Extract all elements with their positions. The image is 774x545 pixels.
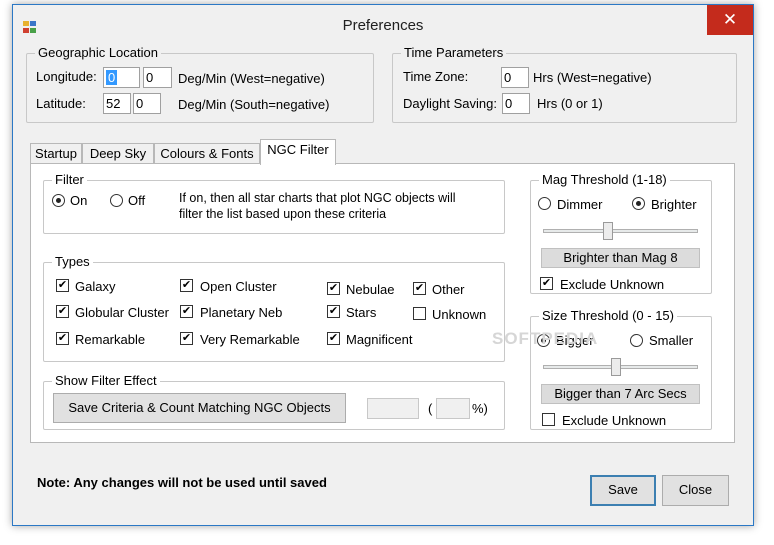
mag-slider-thumb[interactable] (602, 222, 613, 240)
mag-dimmer-label[interactable]: Dimmer (557, 197, 603, 213)
size-exclude-unknown-checkbox[interactable] (542, 413, 555, 426)
daylight-saving-label: Daylight Saving: (403, 96, 497, 111)
save-button[interactable]: Save (590, 475, 656, 506)
filter-description-line1: If on, then all star charts that plot NG… (179, 191, 456, 205)
latitude-degrees-input[interactable]: 52 (103, 93, 131, 114)
remarkable-label[interactable]: Remarkable (75, 332, 145, 348)
show-filter-effect-legend: Show Filter Effect (52, 374, 160, 388)
very-remarkable-label[interactable]: Very Remarkable (200, 332, 300, 348)
mag-dimmer-radio[interactable] (538, 197, 551, 210)
time-parameters-legend: Time Parameters (401, 46, 507, 60)
geographic-location-legend: Geographic Location (35, 46, 161, 60)
size-smaller-label[interactable]: Smaller (649, 333, 693, 349)
filter-on-radio[interactable] (52, 194, 65, 207)
longitude-label: Longitude: (36, 69, 97, 84)
galaxy-label[interactable]: Galaxy (75, 279, 115, 295)
very-remarkable-checkbox[interactable]: ✔ (180, 332, 193, 345)
unknown-label[interactable]: Unknown (432, 307, 486, 323)
window-title: Preferences (342, 17, 424, 34)
percent-close-paren: %) (472, 401, 488, 416)
unknown-checkbox[interactable] (413, 307, 426, 320)
daylight-saving-hint: Hrs (0 or 1) (537, 96, 603, 111)
tab-colours-fonts[interactable]: Colours & Fonts (154, 143, 260, 164)
open-cluster-checkbox[interactable]: ✔ (180, 279, 193, 292)
mag-readout: Brighter than Mag 8 (541, 248, 700, 268)
size-smaller-radio[interactable] (630, 334, 643, 347)
longitude-hint: Deg/Min (West=negative) (178, 71, 325, 86)
other-checkbox[interactable]: ✔ (413, 282, 426, 295)
nebulae-checkbox[interactable]: ✔ (327, 282, 340, 295)
tab-deep-sky[interactable]: Deep Sky (82, 143, 154, 164)
size-exclude-unknown-label[interactable]: Exclude Unknown (562, 413, 666, 429)
stars-label[interactable]: Stars (346, 305, 376, 321)
stars-checkbox[interactable]: ✔ (327, 305, 340, 318)
magnificent-checkbox[interactable]: ✔ (327, 332, 340, 345)
match-percent-field (436, 398, 470, 419)
time-zone-hint: Hrs (West=negative) (533, 70, 652, 85)
tab-ngc-filter[interactable]: NGC Filter (260, 139, 336, 165)
latitude-minutes-input[interactable]: 0 (133, 93, 161, 114)
mag-brighter-radio[interactable] (632, 197, 645, 210)
globular-cluster-label[interactable]: Globular Cluster (75, 305, 169, 321)
mag-slider-track[interactable] (543, 229, 698, 233)
title-bar[interactable]: Preferences ✕ (13, 5, 753, 45)
close-window-button[interactable]: ✕ (707, 5, 753, 35)
mag-exclude-unknown-checkbox[interactable]: ✔ (540, 277, 553, 290)
time-zone-input[interactable]: 0 (501, 67, 529, 88)
nebulae-label[interactable]: Nebulae (346, 282, 394, 298)
planetary-neb-label[interactable]: Planetary Neb (200, 305, 282, 321)
remarkable-checkbox[interactable]: ✔ (56, 332, 69, 345)
match-count-field (367, 398, 419, 419)
filter-legend: Filter (52, 173, 87, 187)
galaxy-checkbox[interactable]: ✔ (56, 279, 69, 292)
other-label[interactable]: Other (432, 282, 465, 298)
latitude-hint: Deg/Min (South=negative) (178, 97, 330, 112)
close-icon: ✕ (722, 10, 738, 29)
magnificent-label[interactable]: Magnificent (346, 332, 412, 348)
size-slider-thumb[interactable] (610, 358, 621, 376)
types-legend: Types (52, 255, 93, 269)
size-readout: Bigger than 7 Arc Secs (541, 384, 700, 404)
size-threshold-legend: Size Threshold (0 - 15) (539, 309, 677, 323)
unsaved-changes-note: Note: Any changes will not be used until… (37, 475, 327, 490)
mag-threshold-legend: Mag Threshold (1-18) (539, 173, 670, 187)
open-cluster-label[interactable]: Open Cluster (200, 279, 277, 295)
planetary-neb-checkbox[interactable]: ✔ (180, 305, 193, 318)
count-matching-button[interactable]: Save Criteria & Count Matching NGC Objec… (53, 393, 346, 423)
filter-description-line2: filter the list based upon these criteri… (179, 207, 387, 221)
filter-on-label[interactable]: On (70, 193, 87, 209)
filter-off-radio[interactable] (110, 194, 123, 207)
longitude-minutes-input[interactable]: 0 (143, 67, 172, 88)
watermark: SOFTPEDIA (492, 329, 599, 348)
tab-startup[interactable]: Startup (30, 143, 82, 164)
mag-brighter-label[interactable]: Brighter (651, 197, 697, 213)
longitude-degrees-input[interactable]: 0 (103, 67, 140, 88)
percent-open-paren: ( (428, 401, 433, 416)
close-button[interactable]: Close (662, 475, 729, 506)
filter-off-label[interactable]: Off (128, 193, 145, 209)
daylight-saving-input[interactable]: 0 (502, 93, 530, 114)
mag-exclude-unknown-label[interactable]: Exclude Unknown (560, 277, 664, 293)
globular-cluster-checkbox[interactable]: ✔ (56, 305, 69, 318)
time-zone-label: Time Zone: (403, 69, 469, 84)
latitude-label: Latitude: (36, 96, 86, 111)
time-parameters-group: Time Parameters (392, 46, 737, 123)
